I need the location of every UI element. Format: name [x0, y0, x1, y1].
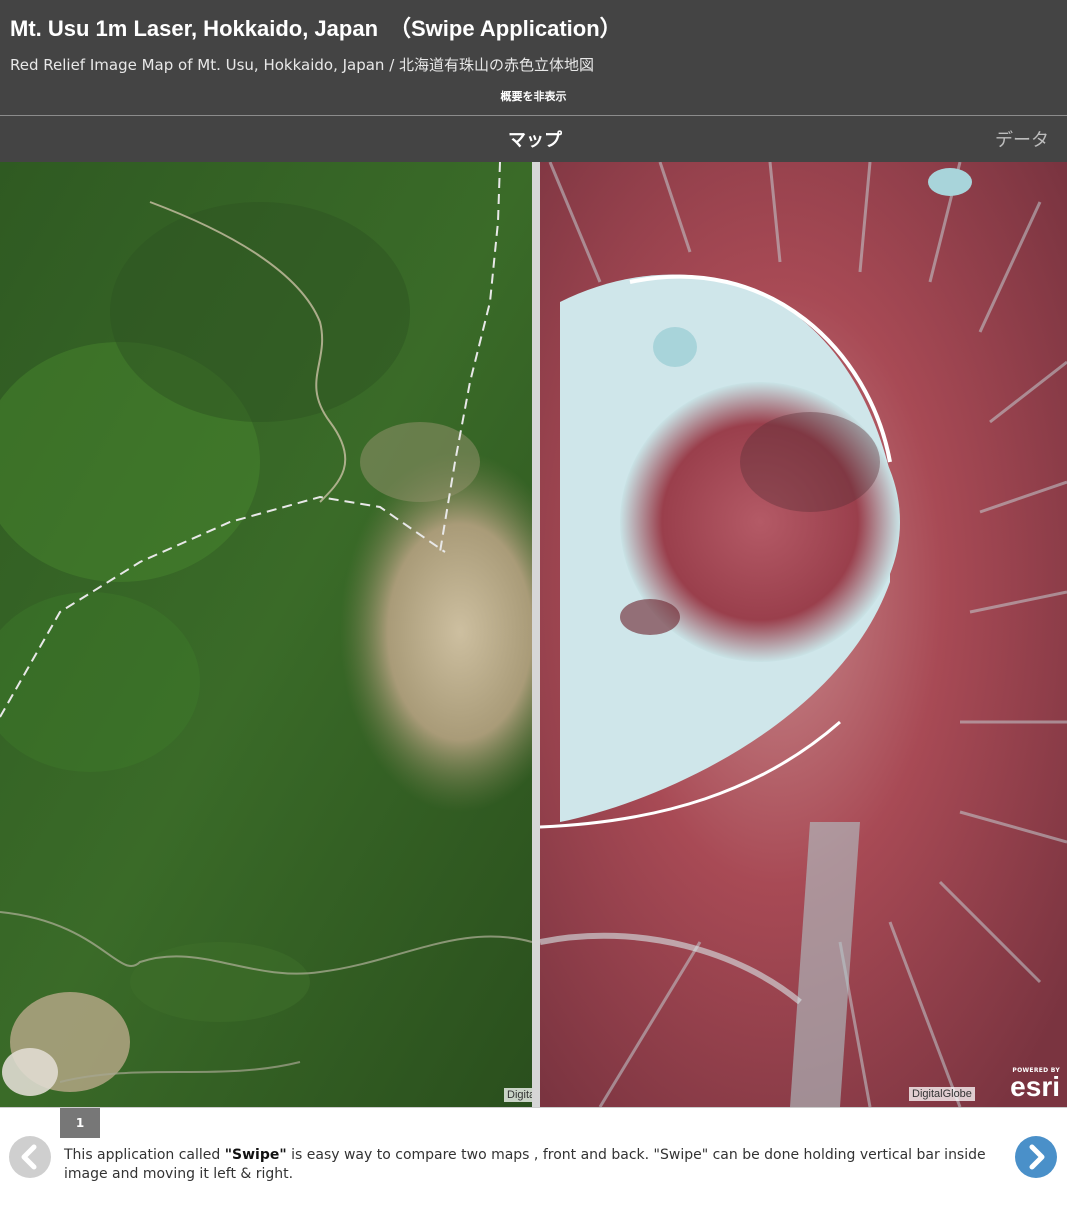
tab-bar: マップ データ: [0, 115, 1067, 162]
attribution-right: DigitalGlobe: [909, 1087, 975, 1101]
red-relief-imagery: [540, 162, 1067, 1107]
page-number-badge: 1: [60, 1108, 100, 1138]
tab-map[interactable]: マップ: [480, 126, 590, 152]
attribution-left: DigitalGlobe: [504, 1088, 532, 1102]
app-title: Mt. Usu 1m Laser, Hokkaido, Japan （Swipe…: [10, 16, 622, 41]
swipe-map-viewer[interactable]: DigitalGlobe: [0, 162, 1067, 1107]
app-subtitle: Red Relief Image Map of Mt. Usu, Hokkaid…: [10, 56, 595, 74]
satellite-imagery: [0, 162, 532, 1107]
swipe-handle[interactable]: [532, 162, 540, 1107]
footer-panel: 1 This application called "Swipe" is eas…: [0, 1107, 1067, 1208]
chevron-right-icon: [1029, 1144, 1045, 1170]
satellite-map-layer[interactable]: DigitalGlobe: [0, 162, 532, 1107]
app-header: Mt. Usu 1m Laser, Hokkaido, Japan （Swipe…: [0, 0, 1067, 115]
slide-description: This application called "Swipe" is easy …: [64, 1146, 994, 1184]
next-button[interactable]: [1015, 1136, 1057, 1178]
esri-logo: POWERED BY esri: [998, 1067, 1060, 1103]
esri-name: esri: [1010, 1071, 1060, 1102]
red-relief-map-layer[interactable]: DigitalGlobe POWERED BY esri: [540, 162, 1067, 1107]
previous-button[interactable]: [9, 1136, 51, 1178]
tab-data[interactable]: データ: [995, 126, 1049, 152]
description-bold: "Swipe": [224, 1147, 287, 1163]
toggle-summary-link[interactable]: 概要を非表示: [0, 88, 1067, 104]
description-prefix: This application called: [64, 1147, 225, 1163]
chevron-left-icon: [21, 1144, 37, 1170]
